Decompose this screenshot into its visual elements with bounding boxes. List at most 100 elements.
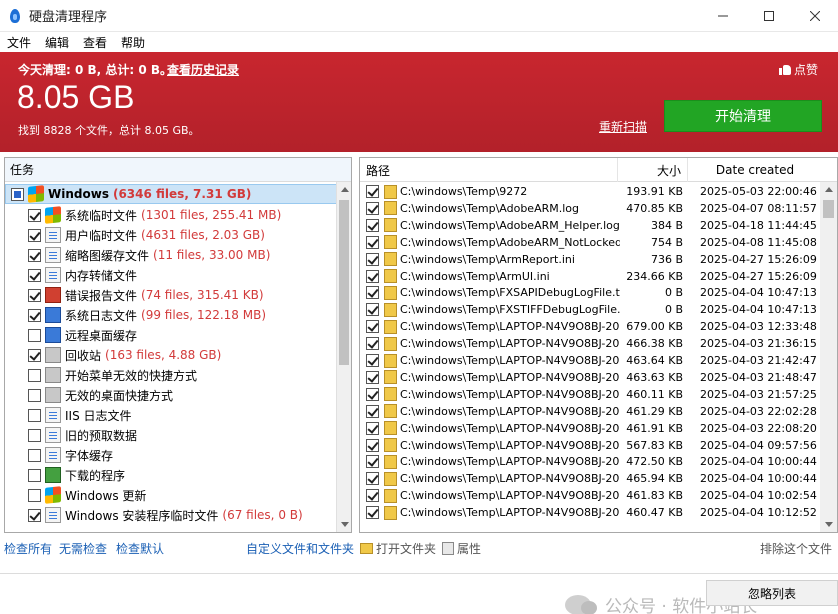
- task-checkbox[interactable]: [28, 308, 41, 322]
- ignore-list-button[interactable]: 忽略列表: [706, 580, 838, 606]
- task-checkbox[interactable]: [28, 288, 41, 302]
- file-checkbox[interactable]: [366, 185, 379, 198]
- task-checkbox[interactable]: [28, 388, 41, 402]
- task-checkbox[interactable]: [28, 448, 41, 462]
- task-item[interactable]: 缩略图缓存文件 (11 files, 33.00 MB): [28, 245, 270, 265]
- task-item[interactable]: IIS 日志文件: [28, 405, 132, 425]
- menu-file[interactable]: 文件: [0, 34, 38, 51]
- task-item[interactable]: 系统临时文件 (1301 files, 255.41 MB): [28, 205, 281, 225]
- check-default-link[interactable]: 检查默认: [116, 540, 164, 557]
- start-clean-button[interactable]: 开始清理: [664, 100, 822, 132]
- task-checkbox[interactable]: [28, 248, 41, 262]
- file-row[interactable]: C:\windows\Temp\LAPTOP-N4V9O8BJ-202... 46…: [360, 352, 820, 369]
- task-item[interactable]: 用户临时文件 (4631 files, 2.03 GB): [28, 225, 265, 245]
- like-button[interactable]: 点赞: [778, 61, 818, 78]
- file-row[interactable]: C:\windows\Temp\LAPTOP-N4V9O8BJ-202... 56…: [360, 437, 820, 454]
- menu-edit[interactable]: 编辑: [38, 34, 76, 51]
- file-checkbox[interactable]: [366, 303, 379, 317]
- file-checkbox[interactable]: [366, 286, 379, 300]
- task-item[interactable]: 开始菜单无效的快捷方式: [28, 365, 197, 385]
- open-folder-button[interactable]: 打开文件夹: [360, 540, 436, 557]
- file-row[interactable]: C:\windows\Temp\LAPTOP-N4V9O8BJ-202... 67…: [360, 318, 820, 335]
- file-row[interactable]: C:\windows\Temp\LAPTOP-N4V9O8BJ-202... 47…: [360, 453, 820, 470]
- task-item[interactable]: Windows 安装程序临时文件 (67 files, 0 B): [28, 505, 303, 525]
- file-row[interactable]: C:\windows\Temp\LAPTOP-N4V9O8BJ-202... 46…: [360, 369, 820, 386]
- file-row[interactable]: C:\windows\Temp\FXSTIFFDebugLogFile.txt 0…: [360, 301, 820, 318]
- task-item[interactable]: Windows 更新: [28, 485, 146, 505]
- task-checkbox[interactable]: [28, 408, 41, 422]
- task-checkbox[interactable]: [28, 208, 41, 222]
- properties-button[interactable]: 属性: [442, 540, 481, 557]
- exclude-file-button[interactable]: 排除这个文件: [760, 540, 832, 557]
- file-row[interactable]: C:\windows\Temp\FXSAPIDebugLogFile.txt 0 …: [360, 284, 820, 301]
- task-item[interactable]: 下载的程序: [28, 465, 125, 485]
- task-item[interactable]: 错误报告文件 (74 files, 315.41 KB): [28, 285, 264, 305]
- task-checkbox[interactable]: [28, 488, 41, 502]
- file-scroll-down-icon[interactable]: [825, 522, 833, 527]
- menu-view[interactable]: 查看: [76, 34, 114, 51]
- file-row[interactable]: C:\windows\Temp\AdobeARM.log 470.85 KB 202…: [360, 200, 820, 217]
- task-item[interactable]: 无效的桌面快捷方式: [28, 385, 173, 405]
- file-row[interactable]: C:\windows\Temp\AdobeARM_NotLocked.log 75…: [360, 234, 820, 251]
- column-date[interactable]: Date created: [688, 158, 822, 182]
- file-row[interactable]: C:\windows\Temp\LAPTOP-N4V9O8BJ-202... 46…: [360, 470, 820, 487]
- column-size[interactable]: 大小: [618, 158, 688, 182]
- task-scroll-thumb[interactable]: [339, 200, 349, 365]
- check-all-link[interactable]: 检查所有: [4, 540, 52, 557]
- file-row[interactable]: C:\windows\Temp\ArmUI.ini 234.66 KB 2025-0…: [360, 268, 820, 285]
- file-checkbox[interactable]: [366, 201, 379, 215]
- task-checkbox[interactable]: [28, 508, 41, 522]
- column-path[interactable]: 路径: [360, 158, 618, 182]
- file-checkbox[interactable]: [366, 354, 379, 367]
- task-checkbox[interactable]: [28, 228, 41, 242]
- maximize-button[interactable]: [746, 0, 792, 32]
- task-item[interactable]: 旧的预取数据: [28, 425, 137, 445]
- file-scroll-thumb[interactable]: [823, 200, 834, 218]
- task-checkbox[interactable]: [28, 268, 41, 282]
- close-button[interactable]: [792, 0, 838, 32]
- file-checkbox[interactable]: [366, 387, 379, 401]
- menu-help[interactable]: 帮助: [114, 34, 152, 51]
- history-link[interactable]: 查看历史记录: [167, 61, 239, 78]
- task-checkbox[interactable]: [28, 428, 41, 442]
- file-row[interactable]: C:\windows\Temp\LAPTOP-N4V9O8BJ-202... 46…: [360, 403, 820, 420]
- task-root-windows[interactable]: Windows (6346 files, 7.31 GB): [5, 184, 337, 204]
- scroll-down-icon[interactable]: [341, 522, 349, 527]
- file-checkbox[interactable]: [366, 218, 379, 232]
- file-row[interactable]: C:\windows\Temp\LAPTOP-N4V9O8BJ-202... 46…: [360, 386, 820, 403]
- task-item[interactable]: 字体缓存: [28, 445, 113, 465]
- task-checkbox[interactable]: [28, 328, 41, 342]
- file-row[interactable]: C:\windows\Temp\LAPTOP-N4V9O8BJ-202... 46…: [360, 420, 820, 437]
- file-row[interactable]: C:\windows\Temp\ArmReport.ini 736 B 2025-0…: [360, 251, 820, 268]
- task-item[interactable]: 内存转储文件: [28, 265, 137, 285]
- file-scroll-up-icon[interactable]: [825, 187, 833, 192]
- file-row[interactable]: C:\windows\Temp\AdobeARM_Helper.log 384 B…: [360, 217, 820, 234]
- file-row[interactable]: C:\windows\Temp\LAPTOP-N4V9O8BJ-202... 46…: [360, 335, 820, 352]
- file-checkbox[interactable]: [366, 455, 379, 469]
- rescan-link[interactable]: 重新扫描: [599, 118, 647, 135]
- root-checkbox[interactable]: [11, 187, 24, 201]
- scroll-up-icon[interactable]: [341, 187, 349, 192]
- file-checkbox[interactable]: [366, 235, 379, 249]
- task-item[interactable]: 远程桌面缓存: [28, 325, 137, 345]
- file-scrollbar[interactable]: [820, 182, 837, 532]
- file-checkbox[interactable]: [366, 472, 379, 486]
- file-checkbox[interactable]: [366, 421, 379, 435]
- task-item[interactable]: 系统日志文件 (99 files, 122.18 MB): [28, 305, 266, 325]
- file-checkbox[interactable]: [366, 337, 379, 351]
- file-row[interactable]: C:\windows\Temp\LAPTOP-N4V9O8BJ-202... 46…: [360, 487, 820, 504]
- task-item[interactable]: 回收站 (163 files, 4.88 GB): [28, 345, 221, 365]
- file-checkbox[interactable]: [366, 404, 379, 418]
- file-checkbox[interactable]: [366, 438, 379, 452]
- task-scrollbar[interactable]: [336, 182, 351, 532]
- file-row[interactable]: C:\windows\Temp\9272 193.91 KB 2025-05-03 …: [360, 183, 820, 200]
- file-row[interactable]: C:\windows\Temp\LAPTOP-N4V9O8BJ-202... 46…: [360, 504, 820, 521]
- minimize-button[interactable]: [700, 0, 746, 32]
- file-checkbox[interactable]: [366, 370, 379, 384]
- file-checkbox[interactable]: [366, 489, 379, 503]
- file-checkbox[interactable]: [366, 269, 379, 283]
- task-checkbox[interactable]: [28, 348, 41, 362]
- uncheck-all-link[interactable]: 无需检查: [59, 540, 107, 557]
- file-checkbox[interactable]: [366, 320, 379, 334]
- custom-files-link[interactable]: 自定义文件和文件夹: [246, 540, 354, 557]
